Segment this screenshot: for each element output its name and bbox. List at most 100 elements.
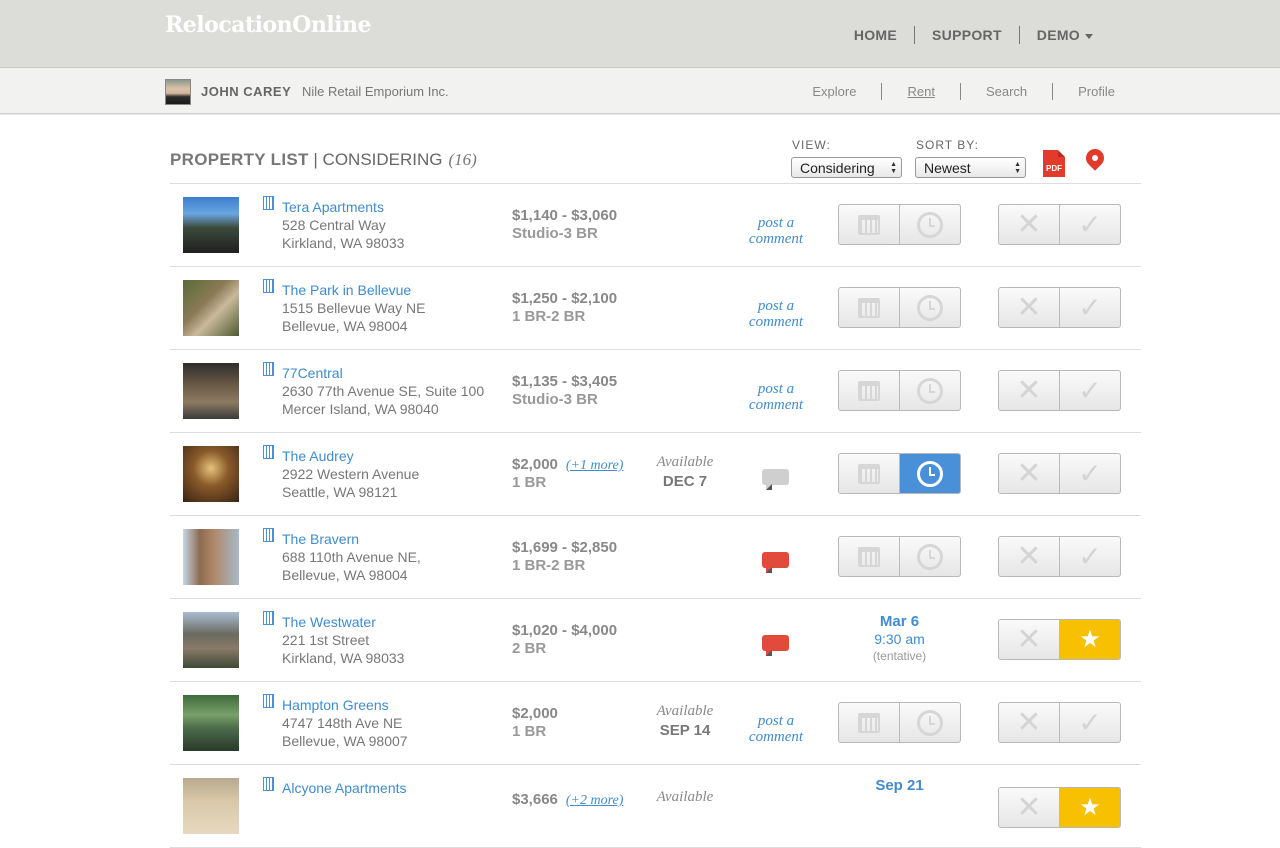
check-icon: ✓ bbox=[1078, 291, 1102, 323]
calendar-button[interactable] bbox=[839, 288, 900, 327]
post-comment-link[interactable]: post a comment bbox=[740, 713, 812, 745]
property-photo[interactable] bbox=[183, 363, 239, 419]
property-name-link[interactable]: The Bravern bbox=[282, 531, 359, 547]
property-city: Mercer Island, WA 98040 bbox=[282, 401, 439, 417]
available-date: SEP 14 bbox=[659, 722, 711, 739]
clock-button[interactable] bbox=[900, 205, 960, 244]
clock-button[interactable] bbox=[900, 371, 960, 410]
check-icon: ✓ bbox=[1078, 374, 1102, 406]
property-photo[interactable] bbox=[183, 197, 239, 253]
schedule-buttons bbox=[838, 453, 961, 494]
property-photo[interactable] bbox=[183, 612, 239, 668]
property-name-link[interactable]: The Park in Bellevue bbox=[282, 282, 411, 298]
favorite-button-active[interactable]: ★ bbox=[1060, 620, 1120, 659]
property-photo[interactable] bbox=[183, 446, 239, 502]
reject-button[interactable]: ✕ bbox=[999, 703, 1060, 742]
availability: Available SEP 14 bbox=[650, 703, 720, 739]
property-name-link[interactable]: Hampton Greens bbox=[282, 697, 389, 713]
calendar-icon bbox=[858, 546, 880, 567]
calendar-button[interactable] bbox=[839, 205, 900, 244]
sort-select-value: Newest bbox=[924, 160, 971, 176]
reject-button[interactable]: ✕ bbox=[999, 205, 1060, 244]
property-name-link[interactable]: 77Central bbox=[282, 365, 343, 381]
accept-button[interactable]: ✓ bbox=[1060, 454, 1120, 493]
calendar-button[interactable] bbox=[839, 454, 900, 493]
accept-button[interactable]: ✓ bbox=[1060, 537, 1120, 576]
view-select[interactable]: Considering ▲ ▼ bbox=[791, 157, 902, 178]
property-photo[interactable] bbox=[183, 695, 239, 751]
comment-bubble-icon[interactable] bbox=[762, 635, 789, 656]
updown-arrows-icon: ▲ ▼ bbox=[1014, 161, 1021, 175]
accept-button[interactable]: ✓ bbox=[1060, 205, 1120, 244]
user-name: JOHN CAREY bbox=[201, 84, 292, 99]
property-name-link[interactable]: The Audrey bbox=[282, 448, 354, 464]
property-bedrooms: 1 BR bbox=[512, 723, 547, 740]
subnav-profile[interactable]: Profile bbox=[1053, 84, 1115, 99]
building-icon bbox=[263, 445, 274, 459]
clock-button[interactable] bbox=[900, 288, 960, 327]
avatar[interactable] bbox=[165, 79, 191, 105]
property-photo[interactable] bbox=[183, 280, 239, 336]
subnav-explore[interactable]: Explore bbox=[787, 84, 881, 99]
reject-button[interactable]: ✕ bbox=[999, 620, 1060, 659]
building-icon bbox=[263, 694, 274, 708]
calendar-button[interactable] bbox=[839, 537, 900, 576]
reject-button[interactable]: ✕ bbox=[999, 371, 1060, 410]
comment-bubble-icon[interactable] bbox=[762, 552, 789, 573]
post-comment-line1: post a bbox=[757, 713, 795, 729]
favorite-button-active[interactable]: ★ bbox=[1060, 788, 1120, 827]
subnav-search[interactable]: Search bbox=[961, 84, 1052, 99]
clock-button[interactable] bbox=[900, 537, 960, 576]
reject-button[interactable]: ✕ bbox=[999, 454, 1060, 493]
decision-buttons: ✕ ★ bbox=[998, 787, 1121, 828]
building-icon bbox=[263, 777, 274, 791]
post-comment-link[interactable]: post a comment bbox=[740, 215, 812, 247]
appointment[interactable]: Mar 6 9:30 am (tentative) bbox=[838, 613, 961, 663]
accept-button[interactable]: ✓ bbox=[1060, 703, 1120, 742]
check-icon: ✓ bbox=[1078, 540, 1102, 572]
property-name-link[interactable]: Tera Apartments bbox=[282, 199, 384, 215]
star-icon: ★ bbox=[1079, 626, 1101, 653]
nav-demo-menu[interactable]: DEMO bbox=[1020, 27, 1110, 43]
clock-icon bbox=[917, 294, 943, 321]
accept-button[interactable]: ✓ bbox=[1060, 371, 1120, 410]
calendar-button[interactable] bbox=[839, 371, 900, 410]
reject-button[interactable]: ✕ bbox=[999, 537, 1060, 576]
property-bedrooms: 1 BR-2 BR bbox=[512, 557, 586, 574]
appointment[interactable]: Sep 21 bbox=[838, 777, 961, 794]
map-pin-icon[interactable] bbox=[1082, 145, 1108, 171]
property-address: 2922 Western Avenue bbox=[282, 466, 420, 482]
property-price: $2,000 (+1 more) bbox=[512, 456, 623, 474]
section-nav: Explore Rent Search Profile bbox=[787, 83, 1115, 100]
subnav-rent[interactable]: Rent bbox=[882, 84, 959, 99]
property-photo[interactable] bbox=[183, 778, 239, 834]
property-bedrooms: Studio-3 BR bbox=[512, 225, 598, 242]
property-name-link[interactable]: Alcyone Apartments bbox=[282, 780, 407, 796]
comment-bubble-icon[interactable] bbox=[762, 469, 789, 490]
pdf-icon[interactable]: PDF bbox=[1043, 150, 1065, 177]
nav-support[interactable]: SUPPORT bbox=[915, 27, 1019, 43]
available-label: Available bbox=[656, 703, 714, 719]
close-icon: ✕ bbox=[1016, 539, 1042, 573]
post-comment-link[interactable]: post a comment bbox=[740, 381, 812, 413]
calendar-button[interactable] bbox=[839, 703, 900, 742]
decision-buttons: ✕ ✓ bbox=[998, 204, 1121, 245]
post-comment-line1: post a bbox=[757, 381, 795, 397]
clock-button-active[interactable] bbox=[900, 454, 960, 493]
property-name-link[interactable]: The Westwater bbox=[282, 614, 376, 630]
user-bar: JOHN CAREY Nile Retail Emporium Inc. Exp… bbox=[0, 68, 1280, 114]
property-city: Bellevue, WA 98004 bbox=[282, 318, 408, 334]
more-units-link[interactable]: (+1 more) bbox=[566, 458, 624, 473]
sort-select[interactable]: Newest ▲ ▼ bbox=[915, 157, 1026, 178]
accept-button[interactable]: ✓ bbox=[1060, 288, 1120, 327]
property-bedrooms: 1 BR bbox=[512, 474, 547, 491]
reject-button[interactable]: ✕ bbox=[999, 288, 1060, 327]
property-price: $1,250 - $2,100 bbox=[512, 290, 618, 307]
post-comment-link[interactable]: post a comment bbox=[740, 298, 812, 330]
nav-home[interactable]: HOME bbox=[837, 27, 914, 43]
app-logo[interactable]: RelocationOnline bbox=[165, 12, 372, 38]
reject-button[interactable]: ✕ bbox=[999, 788, 1060, 827]
property-photo[interactable] bbox=[183, 529, 239, 585]
more-units-link[interactable]: (+2 more) bbox=[566, 793, 624, 808]
clock-button[interactable] bbox=[900, 703, 960, 742]
